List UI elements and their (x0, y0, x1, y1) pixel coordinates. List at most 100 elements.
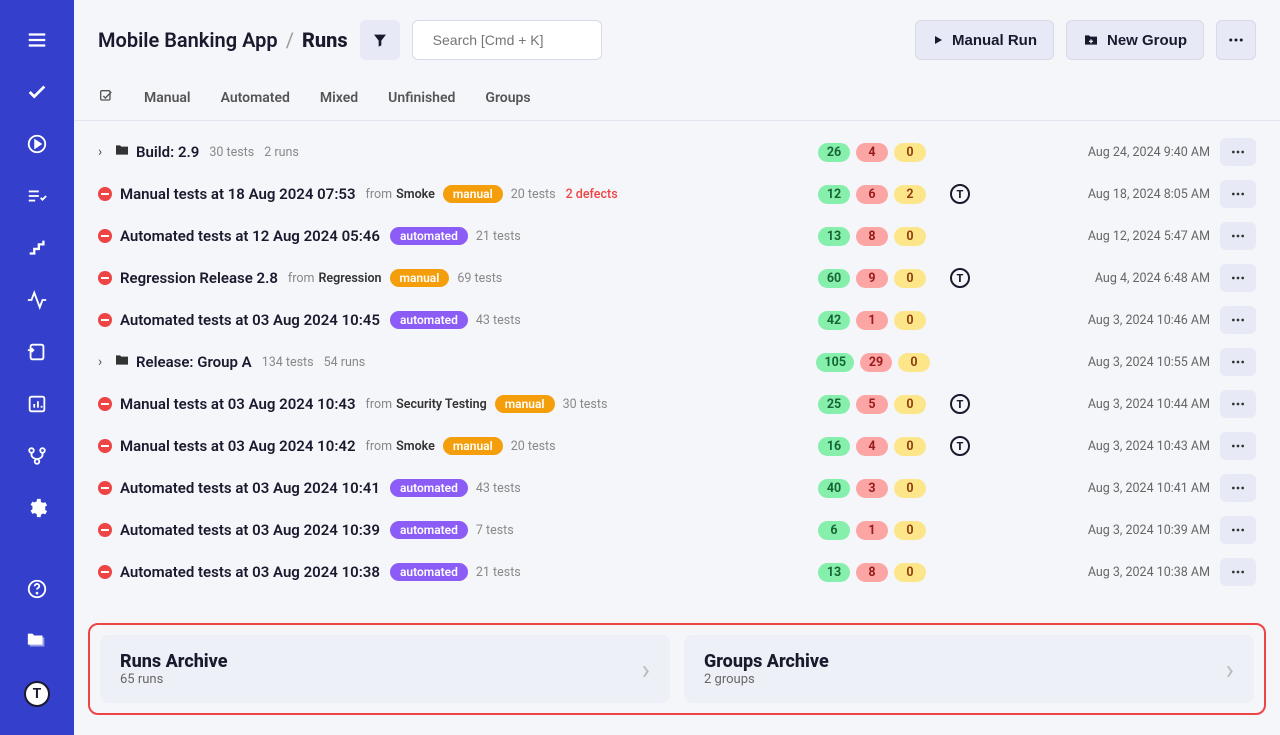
table-row[interactable]: Automated tests at 12 Aug 2024 05:46 aut… (88, 215, 1266, 257)
sidebar: T (0, 0, 74, 735)
row-date: Aug 3, 2024 10:46 AM (1060, 313, 1210, 328)
select-all-icon[interactable] (98, 88, 114, 108)
skipped-badge: 0 (894, 521, 926, 540)
table-row[interactable]: › Build: 2.9 30 tests 2 runs 26 4 0 Aug … (88, 131, 1266, 173)
row-more-button[interactable] (1220, 264, 1256, 292)
status-badges: 12 6 2 (818, 185, 930, 204)
row-date: Aug 18, 2024 8:05 AM (1060, 187, 1210, 202)
row-from-label: from (288, 271, 315, 286)
row-title: Automated tests at 03 Aug 2024 10:38 (120, 563, 380, 581)
chart-icon[interactable] (25, 392, 49, 416)
row-more-button[interactable] (1220, 474, 1256, 502)
failed-badge: 4 (856, 437, 888, 456)
row-title: Release: Group A (136, 353, 252, 371)
row-tests-count: 69 tests (457, 271, 502, 286)
avatar[interactable]: T (950, 184, 970, 204)
chevron-right-icon: › (1226, 653, 1234, 686)
skipped-badge: 0 (894, 479, 926, 498)
tab-automated[interactable]: Automated (221, 90, 290, 106)
search-box[interactable] (412, 20, 602, 60)
row-title: Automated tests at 03 Aug 2024 10:45 (120, 311, 380, 329)
passed-badge: 13 (818, 227, 850, 246)
status-badges: 25 5 0 (818, 395, 930, 414)
gear-icon[interactable] (25, 496, 49, 520)
table-row[interactable]: Automated tests at 03 Aug 2024 10:38 aut… (88, 551, 1266, 593)
row-date: Aug 3, 2024 10:43 AM (1060, 439, 1210, 454)
topbar: Mobile Banking App / Runs Manual Run New… (74, 0, 1280, 72)
steps-icon[interactable] (25, 236, 49, 260)
row-more-button[interactable] (1220, 138, 1256, 166)
avatar[interactable]: T (950, 394, 970, 414)
status-minus-icon (98, 313, 112, 327)
table-row[interactable]: Regression Release 2.8 fromRegression ma… (88, 257, 1266, 299)
tab-mixed[interactable]: Mixed (320, 90, 358, 106)
avatar[interactable]: T (950, 436, 970, 456)
logo-icon[interactable]: T (24, 681, 50, 707)
menu-icon[interactable] (25, 28, 49, 52)
avatar[interactable]: T (950, 268, 970, 288)
row-defects[interactable]: 2 defects (566, 187, 618, 202)
chevron-right-icon[interactable]: › (98, 354, 114, 370)
row-type-pill: automated (390, 563, 468, 581)
row-more-button[interactable] (1220, 432, 1256, 460)
runs-archive-card[interactable]: Runs Archive 65 runs › (100, 635, 670, 703)
row-tests-count: 7 tests (476, 523, 514, 538)
status-badges: 40 3 0 (818, 479, 930, 498)
table-row[interactable]: Automated tests at 03 Aug 2024 10:39 aut… (88, 509, 1266, 551)
row-more-button[interactable] (1220, 390, 1256, 418)
table-row[interactable]: › Release: Group A 134 tests 54 runs 105… (88, 341, 1266, 383)
failed-badge: 3 (856, 479, 888, 498)
row-tests-count: 134 tests (262, 355, 314, 370)
skipped-badge: 0 (894, 563, 926, 582)
row-from-value: Regression (318, 271, 381, 286)
row-from-value: Security Testing (396, 397, 487, 412)
status-minus-icon (98, 187, 112, 201)
folder-icon (114, 142, 130, 162)
row-more-button[interactable] (1220, 348, 1256, 376)
skipped-badge: 0 (898, 353, 930, 372)
table-row[interactable]: Automated tests at 03 Aug 2024 10:45 aut… (88, 299, 1266, 341)
row-title: Automated tests at 03 Aug 2024 10:39 (120, 521, 380, 539)
skipped-badge: 0 (894, 227, 926, 246)
table-row[interactable]: Manual tests at 03 Aug 2024 10:43 fromSe… (88, 383, 1266, 425)
runs-icon[interactable] (25, 132, 49, 156)
row-more-button[interactable] (1220, 306, 1256, 334)
passed-badge: 6 (818, 521, 850, 540)
tab-manual[interactable]: Manual (144, 90, 191, 106)
status-badges: 13 8 0 (818, 563, 930, 582)
branch-icon[interactable] (25, 444, 49, 468)
row-more-button[interactable] (1220, 222, 1256, 250)
help-icon[interactable] (25, 577, 49, 601)
status-minus-icon (98, 523, 112, 537)
table-row[interactable]: Manual tests at 18 Aug 2024 07:53 fromSm… (88, 173, 1266, 215)
skipped-badge: 0 (894, 311, 926, 330)
breadcrumb-project[interactable]: Mobile Banking App (98, 28, 278, 52)
more-actions-button[interactable] (1216, 20, 1256, 60)
groups-archive-card[interactable]: Groups Archive 2 groups › (684, 635, 1254, 703)
row-more-button[interactable] (1220, 558, 1256, 586)
failed-badge: 8 (856, 563, 888, 582)
row-more-button[interactable] (1220, 516, 1256, 544)
row-date: Aug 3, 2024 10:41 AM (1060, 481, 1210, 496)
row-title: Automated tests at 12 Aug 2024 05:46 (120, 227, 380, 245)
filter-button[interactable] (360, 20, 400, 60)
new-group-button[interactable]: New Group (1066, 20, 1204, 60)
folders-icon[interactable] (25, 629, 49, 653)
status-badges: 105 29 0 (816, 353, 930, 372)
activity-icon[interactable] (25, 288, 49, 312)
table-row[interactable]: Automated tests at 03 Aug 2024 10:41 aut… (88, 467, 1266, 509)
row-more-button[interactable] (1220, 180, 1256, 208)
passed-badge: 16 (818, 437, 850, 456)
row-type-pill: manual (390, 269, 450, 287)
check-icon[interactable] (25, 80, 49, 104)
tab-unfinished[interactable]: Unfinished (388, 90, 455, 106)
manual-run-button[interactable]: Manual Run (915, 20, 1054, 60)
search-input[interactable] (433, 32, 614, 48)
tab-groups[interactable]: Groups (485, 90, 530, 106)
row-from-label: from (366, 187, 393, 202)
list-check-icon[interactable] (25, 184, 49, 208)
import-icon[interactable] (25, 340, 49, 364)
row-type-pill: manual (443, 437, 503, 455)
chevron-right-icon[interactable]: › (98, 144, 114, 160)
table-row[interactable]: Manual tests at 03 Aug 2024 10:42 fromSm… (88, 425, 1266, 467)
